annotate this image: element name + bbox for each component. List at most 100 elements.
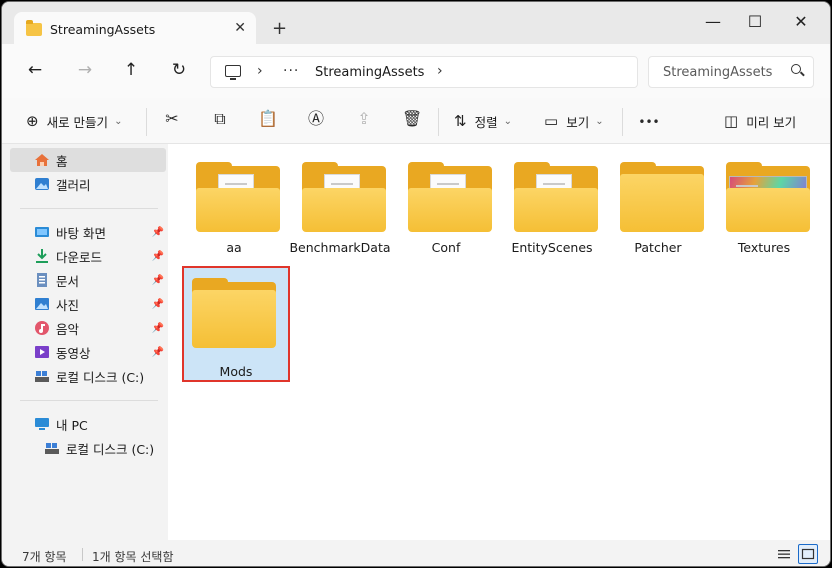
drive-icon — [34, 369, 50, 383]
folder-textures[interactable]: Textures — [712, 148, 816, 262]
paste-icon[interactable]: 📋 — [258, 111, 278, 127]
folder-icon — [620, 162, 704, 232]
pin-icon[interactable]: 📌 — [152, 299, 164, 310]
folder-patcher[interactable]: Patcher — [606, 148, 710, 262]
folder-mods[interactable]: Mods — [182, 266, 290, 382]
toolbar-divider — [622, 108, 623, 136]
tab-close-icon[interactable]: ✕ — [234, 20, 246, 36]
scissors-icon[interactable]: ✂ — [162, 111, 182, 127]
file-explorer-window: StreamingAssets ✕ + — ☐ ✕ ← → ↑ ↻ › ··· … — [1, 1, 831, 567]
toolbar-divider — [438, 108, 439, 136]
folder-icon — [26, 19, 42, 36]
documents-icon — [34, 273, 50, 287]
address-bar[interactable]: › ··· StreamingAssets › — [210, 56, 638, 88]
copy-icon[interactable]: ⧉ — [210, 111, 230, 127]
pin-icon[interactable]: 📌 — [152, 251, 164, 262]
monitor-icon[interactable] — [225, 65, 241, 80]
search-icon — [791, 64, 801, 74]
folder-conf[interactable]: Conf — [394, 148, 498, 262]
view-label: 보기 — [566, 115, 590, 130]
folder-aa[interactable]: aa — [182, 148, 286, 262]
sidebar-item-documents[interactable]: 문서 📌 — [10, 268, 166, 292]
item-count: 7개 항목 — [22, 550, 67, 564]
sidebar-item-label: 음악 — [56, 321, 80, 337]
maximize-button[interactable]: ☐ — [740, 12, 770, 31]
folder-name: Mods — [219, 364, 253, 379]
breadcrumb-streamingassets[interactable]: StreamingAssets — [315, 65, 424, 80]
music-icon — [34, 321, 50, 335]
sort-label: 정렬 — [474, 115, 498, 130]
folder-name: Conf — [431, 240, 461, 255]
sort-button[interactable]: ⇅ 정렬 ⌄ — [454, 112, 512, 131]
folder-name: BenchmarkData — [289, 240, 391, 255]
sidebar-item-gallery[interactable]: 갤러리 — [10, 172, 166, 196]
up-arrow-icon[interactable]: ↑ — [120, 62, 142, 79]
tab-streamingassets[interactable]: StreamingAssets ✕ — [14, 12, 256, 46]
folder-entityscenes[interactable]: EntityScenes — [500, 148, 604, 262]
sidebar-item-videos[interactable]: 동영상 📌 — [10, 340, 166, 364]
command-bar: ⊕ 새로 만들기 ⌄ ✂ ⧉ 📋 Ⓐ ⇪ 🗑 ⇅ 정렬 ⌄ ▭ 보기 ⌄ •••… — [2, 98, 830, 144]
folder-name: EntityScenes — [511, 240, 593, 255]
pin-icon[interactable]: 📌 — [152, 275, 164, 286]
sidebar-item-label: 다운로드 — [56, 249, 103, 265]
sidebar-item-this-pc[interactable]: 내 PC — [10, 412, 166, 436]
pin-icon[interactable]: 📌 — [152, 227, 164, 238]
new-tab-button[interactable]: + — [272, 20, 287, 38]
status-bar: 7개 항목 1개 항목 선택함 — [2, 540, 830, 566]
new-button[interactable]: ⊕ 새로 만들기 ⌄ — [26, 112, 122, 131]
trash-icon[interactable]: 🗑 — [402, 111, 422, 127]
sidebar-item-label: 홈 — [56, 153, 68, 169]
gallery-icon — [34, 177, 50, 191]
folder-icon — [302, 162, 386, 232]
tiles-view-button[interactable] — [798, 544, 818, 564]
folder-name: Textures — [737, 240, 791, 255]
sidebar-item-home[interactable]: 홈 — [10, 148, 166, 172]
preview-pane-button[interactable]: ◫ 미리 보기 — [724, 112, 796, 131]
drive-icon — [44, 441, 60, 455]
folder-benchmarkdata[interactable]: BenchmarkData — [288, 148, 392, 262]
sidebar-item-pictures[interactable]: 사진 📌 — [10, 292, 166, 316]
this-pc-icon — [34, 417, 50, 431]
download-icon — [34, 249, 50, 263]
chevron-down-icon: ⌄ — [114, 116, 123, 127]
sidebar-item-music[interactable]: 음악 📌 — [10, 316, 166, 340]
more-options-icon[interactable]: ••• — [636, 114, 662, 130]
chevron-right-icon[interactable]: › — [437, 63, 443, 79]
folder-icon — [192, 278, 276, 348]
chevron-right-icon[interactable]: › — [257, 63, 263, 79]
large-icons-view-icon — [801, 548, 815, 560]
search-box[interactable]: StreamingAssets — [648, 56, 814, 88]
preview-label: 미리 보기 — [746, 115, 797, 130]
pin-icon[interactable]: 📌 — [152, 323, 164, 334]
sidebar-item-local-disk[interactable]: 로컬 디스크 (C:) — [10, 364, 166, 388]
details-view-button[interactable] — [774, 544, 794, 564]
list-view-icon — [778, 550, 790, 559]
pin-icon[interactable]: 📌 — [152, 347, 164, 358]
minimize-button[interactable]: — — [698, 12, 728, 31]
close-button[interactable]: ✕ — [786, 12, 816, 31]
breadcrumb-overflow-button[interactable]: ··· — [283, 63, 299, 79]
sidebar-item-desktop[interactable]: 바탕 화면 📌 — [10, 220, 166, 244]
desktop-icon — [34, 225, 50, 239]
search-placeholder: StreamingAssets — [663, 65, 773, 80]
folder-icon — [726, 162, 810, 232]
view-icon: ▭ — [544, 112, 559, 130]
sidebar-item-local-disk[interactable]: 로컬 디스크 (C:) — [10, 436, 166, 460]
navigation-pane: 홈 갤러리 바탕 화면 📌 다운로드 📌 문서 📌 사진 📌 음악 📌 동영상 … — [2, 144, 166, 540]
navigation-bar: ← → ↑ ↻ › ··· StreamingAssets › Streamin… — [2, 44, 830, 98]
home-icon — [34, 153, 50, 167]
preview-pane-icon: ◫ — [724, 112, 739, 130]
sidebar-item-downloads[interactable]: 다운로드 📌 — [10, 244, 166, 268]
videos-icon — [34, 345, 50, 359]
forward-arrow-icon[interactable]: → — [74, 62, 96, 79]
selection-count: 1개 항목 선택함 — [92, 550, 174, 564]
share-icon[interactable]: ⇪ — [354, 111, 374, 127]
toolbar-divider — [146, 108, 147, 136]
view-button[interactable]: ▭ 보기 ⌄ — [544, 112, 604, 131]
refresh-icon[interactable]: ↻ — [168, 62, 190, 79]
rename-icon[interactable]: Ⓐ — [306, 111, 326, 127]
folder-name: Patcher — [634, 240, 682, 255]
sort-icon: ⇅ — [454, 112, 467, 130]
back-arrow-icon[interactable]: ← — [24, 62, 46, 79]
folder-icon — [408, 162, 492, 232]
